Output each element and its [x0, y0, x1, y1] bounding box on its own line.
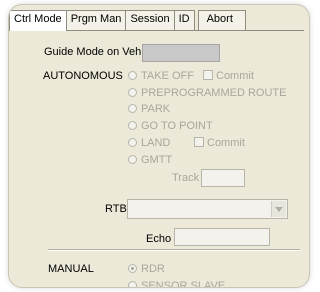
radio-button[interactable] [128, 104, 137, 113]
checkbox[interactable] [194, 137, 204, 147]
radio-button[interactable] [128, 88, 137, 97]
radio-gmtt[interactable]: GMTT [128, 154, 172, 166]
tab-ctrl-mode[interactable]: Ctrl Mode [9, 10, 67, 31]
takeoff-commit-checkbox[interactable]: Commit [203, 70, 254, 82]
tab-bar: Ctrl Mode Prgm Man Session ID Abort [9, 10, 246, 31]
radio-land[interactable]: LAND [128, 137, 170, 149]
track-label: Track [172, 172, 200, 184]
guide-mode-label: Guide Mode on Veh [44, 46, 142, 58]
echo-label: Echo [146, 233, 172, 245]
guide-mode-field [142, 44, 220, 62]
section-divider [48, 249, 300, 251]
radio-button[interactable] [128, 71, 137, 80]
track-field[interactable] [201, 169, 245, 187]
echo-field[interactable] [174, 228, 270, 246]
dropdown-arrow-icon[interactable] [271, 201, 286, 217]
rtb-select[interactable] [127, 199, 288, 219]
radio-button[interactable] [128, 281, 137, 287]
radio-preprogrammed-route[interactable]: PREPROGRAMMED ROUTE [128, 87, 286, 99]
radio-take-off[interactable]: TAKE OFF [128, 70, 194, 82]
radio-rdr[interactable]: RDR [128, 263, 165, 275]
radio-button[interactable] [128, 155, 137, 164]
tab-prgm-man[interactable]: Prgm Man [65, 10, 127, 30]
radio-button[interactable] [128, 264, 137, 273]
rtb-label: RTB [105, 203, 127, 215]
autonomous-label: AUTONOMOUS [43, 70, 123, 82]
radio-sensor-slave[interactable]: SENSOR SLAVE [128, 280, 225, 287]
manual-label: MANUAL [48, 263, 94, 275]
radio-go-to-point[interactable]: GO TO POINT [128, 120, 213, 132]
checkbox[interactable] [203, 70, 213, 80]
radio-park[interactable]: PARK [128, 103, 170, 115]
land-commit-checkbox[interactable]: Commit [194, 137, 245, 149]
control-panel: Ctrl Mode Prgm Man Session ID Abort Guid… [8, 4, 310, 288]
radio-button[interactable] [128, 121, 137, 130]
radio-button[interactable] [128, 138, 137, 147]
tab-session[interactable]: Session [125, 10, 175, 30]
tab-abort[interactable]: Abort [197, 10, 246, 30]
ctrl-mode-content: Guide Mode on Veh AUTONOMOUS TAKE OFF Co… [14, 30, 304, 287]
tab-id[interactable]: ID [173, 10, 195, 30]
